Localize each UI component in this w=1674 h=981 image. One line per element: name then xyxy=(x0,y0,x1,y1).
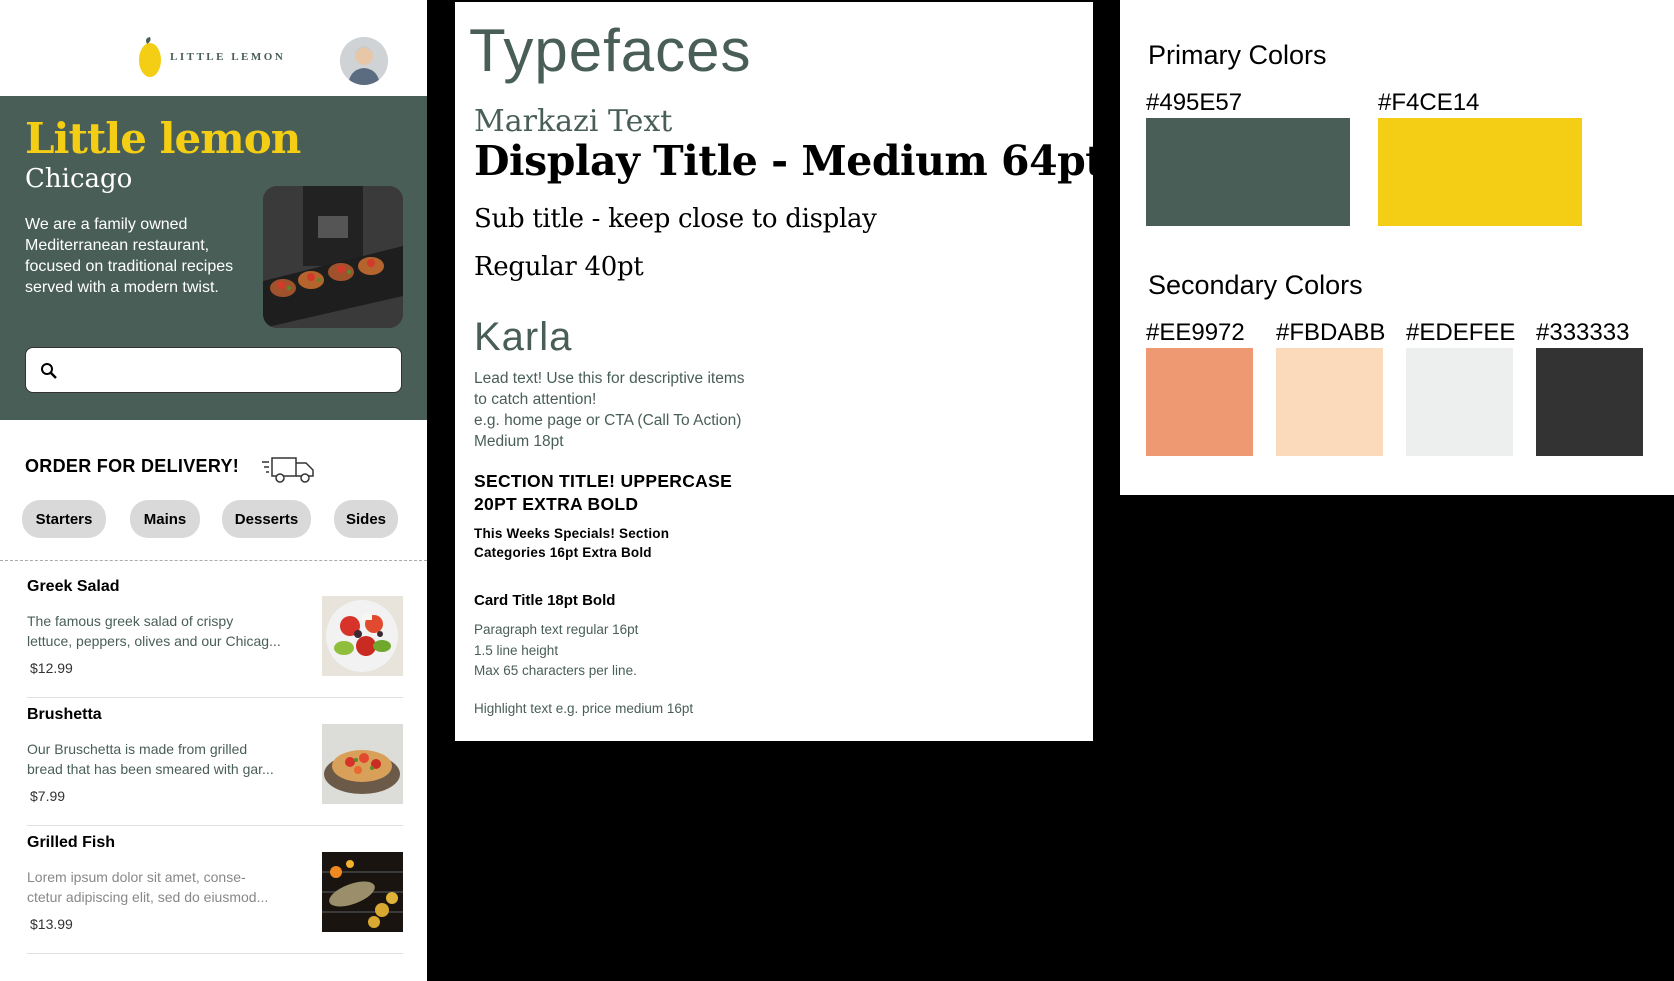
secondary-swatch xyxy=(1276,348,1383,456)
menu-item-description: Lorem ipsum dolor sit amet, conse-ctetur… xyxy=(27,869,269,905)
menu-item-price: $7.99 xyxy=(30,788,66,804)
brand-logo[interactable]: LITTLE LEMON xyxy=(138,36,285,78)
karla-section-title-sample: SECTION TITLE! UPPERCASE 20PT EXTRA BOLD xyxy=(474,471,733,514)
karla-paragraph-sample: Paragraph text regular 16pt 1.5 line hei… xyxy=(474,622,639,678)
menu-item-image xyxy=(322,596,403,676)
divider xyxy=(27,953,403,954)
menu-item-title: Brushetta xyxy=(27,706,102,723)
brand-name: LITTLE LEMON xyxy=(170,51,286,63)
secondary-swatch xyxy=(1536,348,1643,456)
typefaces-heading: Typefaces xyxy=(469,17,752,84)
delivery-section-title: ORDER FOR DELIVERY! xyxy=(25,456,240,476)
primary-color-hex: #F4CE14 xyxy=(1378,89,1480,116)
color-palette-panel: Primary Colors #495E57 #F4CE14 Secondary… xyxy=(1120,0,1674,495)
hero-banner: Little lemon Chicago We are a family own… xyxy=(0,96,427,420)
secondary-color-hex: #EDEFEE xyxy=(1406,319,1516,346)
divider xyxy=(0,560,427,561)
menu-item[interactable]: Grilled Fish Lorem ipsum dolor sit amet,… xyxy=(0,826,427,954)
category-desserts[interactable]: Desserts xyxy=(222,500,311,538)
menu-item[interactable]: Greek Salad The famous greek salad of cr… xyxy=(0,570,427,698)
karla-name: Karla xyxy=(474,315,573,359)
menu-item-price: $12.99 xyxy=(30,660,73,676)
category-sides[interactable]: Sides xyxy=(334,500,398,538)
markazi-regular-sample: Regular 40pt xyxy=(474,252,644,282)
secondary-color-hex: #333333 xyxy=(1536,319,1630,346)
menu-item-image xyxy=(322,852,403,932)
lemon-icon xyxy=(139,37,161,77)
karla-lead-text: Lead text! Use this for descriptive item… xyxy=(474,370,745,450)
primary-swatch xyxy=(1378,118,1582,226)
app-header: LITTLE LEMON xyxy=(0,0,427,96)
karla-highlight-sample: Highlight text e.g. price medium 16pt xyxy=(474,701,694,716)
hero-image xyxy=(263,186,403,328)
secondary-swatch xyxy=(1406,348,1513,456)
karla-category-sample: This Weeks Specials! Section Categories … xyxy=(474,526,670,560)
menu-item-title: Greek Salad xyxy=(27,578,120,595)
category-mains[interactable]: Mains xyxy=(130,500,200,538)
hero-city: Chicago xyxy=(25,164,133,194)
menu-item-description: The famous greek salad of crispy lettuce,… xyxy=(27,613,281,649)
avatar[interactable] xyxy=(340,37,388,85)
karla-card-title-sample: Card Title 18pt Bold xyxy=(474,592,616,609)
menu-item-description: Our Bruschetta is made from grilled bread… xyxy=(27,741,274,777)
menu-item-title: Grilled Fish xyxy=(27,834,116,851)
primary-colors-heading: Primary Colors xyxy=(1148,40,1327,70)
markazi-name: Markazi Text xyxy=(474,104,673,139)
primary-color-hex: #495E57 xyxy=(1146,89,1243,116)
typefaces-panel: Typefaces Markazi Text Display Title - M… xyxy=(455,2,1093,741)
mobile-app-mockup: LITTLE LEMON Little lemon Chicago We are… xyxy=(0,0,427,981)
search-input[interactable] xyxy=(25,347,402,393)
category-starters[interactable]: Starters xyxy=(22,500,106,538)
hero-description: We are a family owned Mediterranean rest… xyxy=(25,216,234,296)
search-icon xyxy=(41,363,57,379)
hero-title: Little lemon xyxy=(25,114,301,163)
markazi-subtitle-sample: Sub title - keep close to display xyxy=(474,204,877,234)
secondary-colors-heading: Secondary Colors xyxy=(1148,270,1363,300)
menu-item-image xyxy=(322,724,403,804)
secondary-color-hex: #EE9972 xyxy=(1146,319,1245,346)
menu-item[interactable]: Brushetta Our Bruschetta is made from gr… xyxy=(0,698,427,826)
secondary-swatch xyxy=(1146,348,1253,456)
truck-icon xyxy=(262,457,314,483)
primary-swatch xyxy=(1146,118,1350,226)
markazi-display-sample: Display Title - Medium 64pt xyxy=(474,137,1093,185)
menu-item-price: $13.99 xyxy=(30,916,73,932)
secondary-color-hex: #FBDABB xyxy=(1276,319,1386,346)
